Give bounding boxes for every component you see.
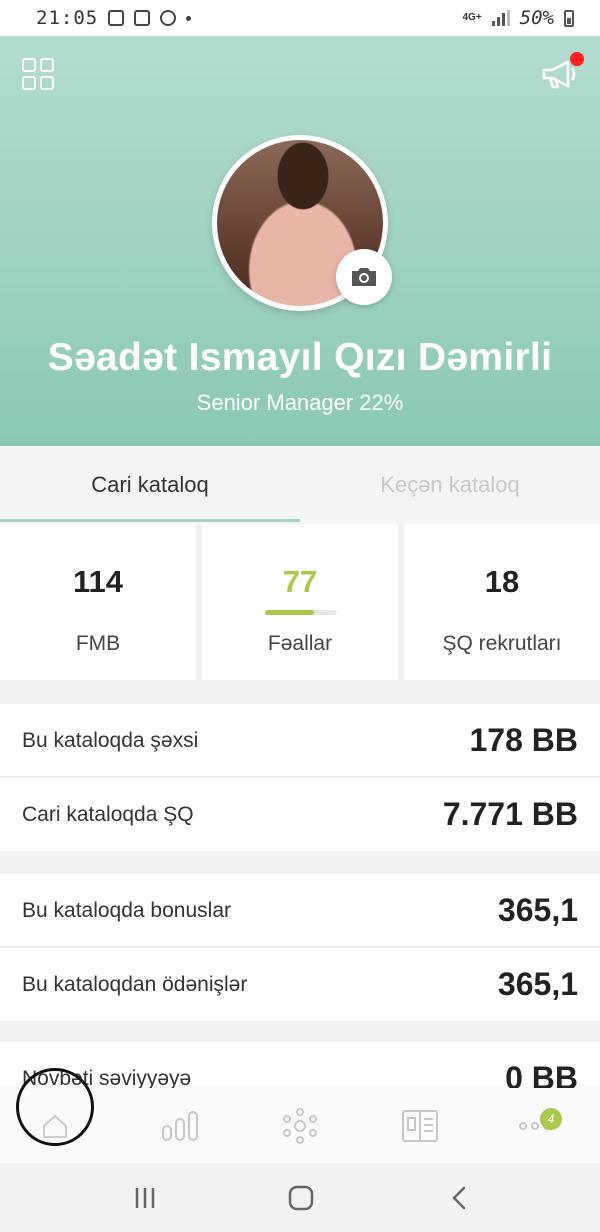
battery-icon xyxy=(564,9,574,27)
profile-header: Səadət Ismayıl Qızı Dəmirli Senior Manag… xyxy=(0,36,600,446)
active-progress-bar xyxy=(265,610,337,615)
stat-fmb[interactable]: 114 FMB xyxy=(0,524,196,680)
row-value: 178 BB xyxy=(469,722,579,758)
network-type: 4G+ xyxy=(462,12,482,23)
recent-apps-button[interactable] xyxy=(115,1163,175,1232)
profile-rank: Senior Manager 22% xyxy=(196,390,404,415)
active-progress-fill xyxy=(265,610,314,615)
notification-badge: 4 xyxy=(540,1108,562,1130)
row-value: 365,1 xyxy=(497,966,578,1002)
floating-assistive-circle[interactable] xyxy=(16,1068,94,1146)
gallery-icon xyxy=(108,10,125,26)
home-button[interactable] xyxy=(271,1163,331,1232)
row-label: Cari kataloqda ŞQ xyxy=(22,803,194,826)
profile-name: Səadət Ismayıl Qızı Dəmirli xyxy=(47,336,553,379)
divider xyxy=(0,946,600,947)
instagram-icon xyxy=(134,10,151,26)
more-notifications-icon xyxy=(186,15,192,21)
list-item[interactable]: Bu kataloqda bonuslar 365,1 xyxy=(0,874,600,947)
battery-text: 50% xyxy=(519,7,554,29)
notification-dot xyxy=(570,52,584,66)
list-item[interactable]: Bu kataloqdan ödənişlər 365,1 xyxy=(0,948,600,1021)
tab-previous-catalog[interactable]: Keçən kataloq xyxy=(300,446,600,524)
row-label: Bu kataloqdan ödənişlər xyxy=(22,973,248,996)
stat-label: FMB xyxy=(75,632,121,655)
stat-label: Fəallar xyxy=(267,632,333,655)
facebook-icon xyxy=(160,10,177,26)
divider xyxy=(0,776,600,777)
row-value: 7.771 BB xyxy=(442,796,578,832)
network-icon xyxy=(283,1107,317,1144)
change-photo-button[interactable] xyxy=(336,249,392,305)
back-button[interactable] xyxy=(429,1163,489,1232)
stat-recruits[interactable]: 18 ŞQ rekrutları xyxy=(404,524,600,680)
row-value: 365,1 xyxy=(497,892,578,928)
bar-chart-icon xyxy=(162,1110,198,1141)
stat-value: 77 xyxy=(282,564,318,599)
nav-network[interactable] xyxy=(270,1088,330,1163)
back-chevron-icon xyxy=(452,1186,466,1209)
nav-catalog[interactable] xyxy=(390,1088,450,1163)
system-navigation-bar xyxy=(0,1163,600,1232)
stat-value: 18 xyxy=(484,564,520,599)
catalog-tabs: Cari kataloq Keçən kataloq xyxy=(0,446,600,524)
row-label: Bu kataloqda şəxsi xyxy=(22,729,199,752)
list-item[interactable]: Bu kataloqda şəxsi 178 BB xyxy=(0,704,600,777)
nav-statistics[interactable] xyxy=(150,1088,210,1163)
stats-panel: 114 FMB 77 Fəallar 18 ŞQ rekrutları xyxy=(0,524,600,680)
catalog-icon xyxy=(402,1109,438,1142)
stat-active[interactable]: 77 Fəallar xyxy=(202,524,398,680)
stat-label: ŞQ rekrutları xyxy=(442,632,562,655)
tab-current-catalog[interactable]: Cari kataloq xyxy=(0,446,300,524)
status-time: 21:05 xyxy=(36,7,99,29)
home-square-icon xyxy=(288,1185,314,1210)
recent-apps-icon xyxy=(135,1187,155,1208)
signal-icon xyxy=(491,10,510,26)
grid-menu-icon[interactable] xyxy=(22,58,54,90)
active-tab-indicator xyxy=(0,519,300,522)
list-item[interactable]: Cari kataloqda ŞQ 7.771 BB xyxy=(0,778,600,851)
status-bar: 21:05 4G+ 50% xyxy=(0,0,600,36)
stat-value: 114 xyxy=(72,564,123,599)
camera-icon xyxy=(352,268,376,286)
row-label: Bu kataloqda bonuslar xyxy=(22,899,231,922)
